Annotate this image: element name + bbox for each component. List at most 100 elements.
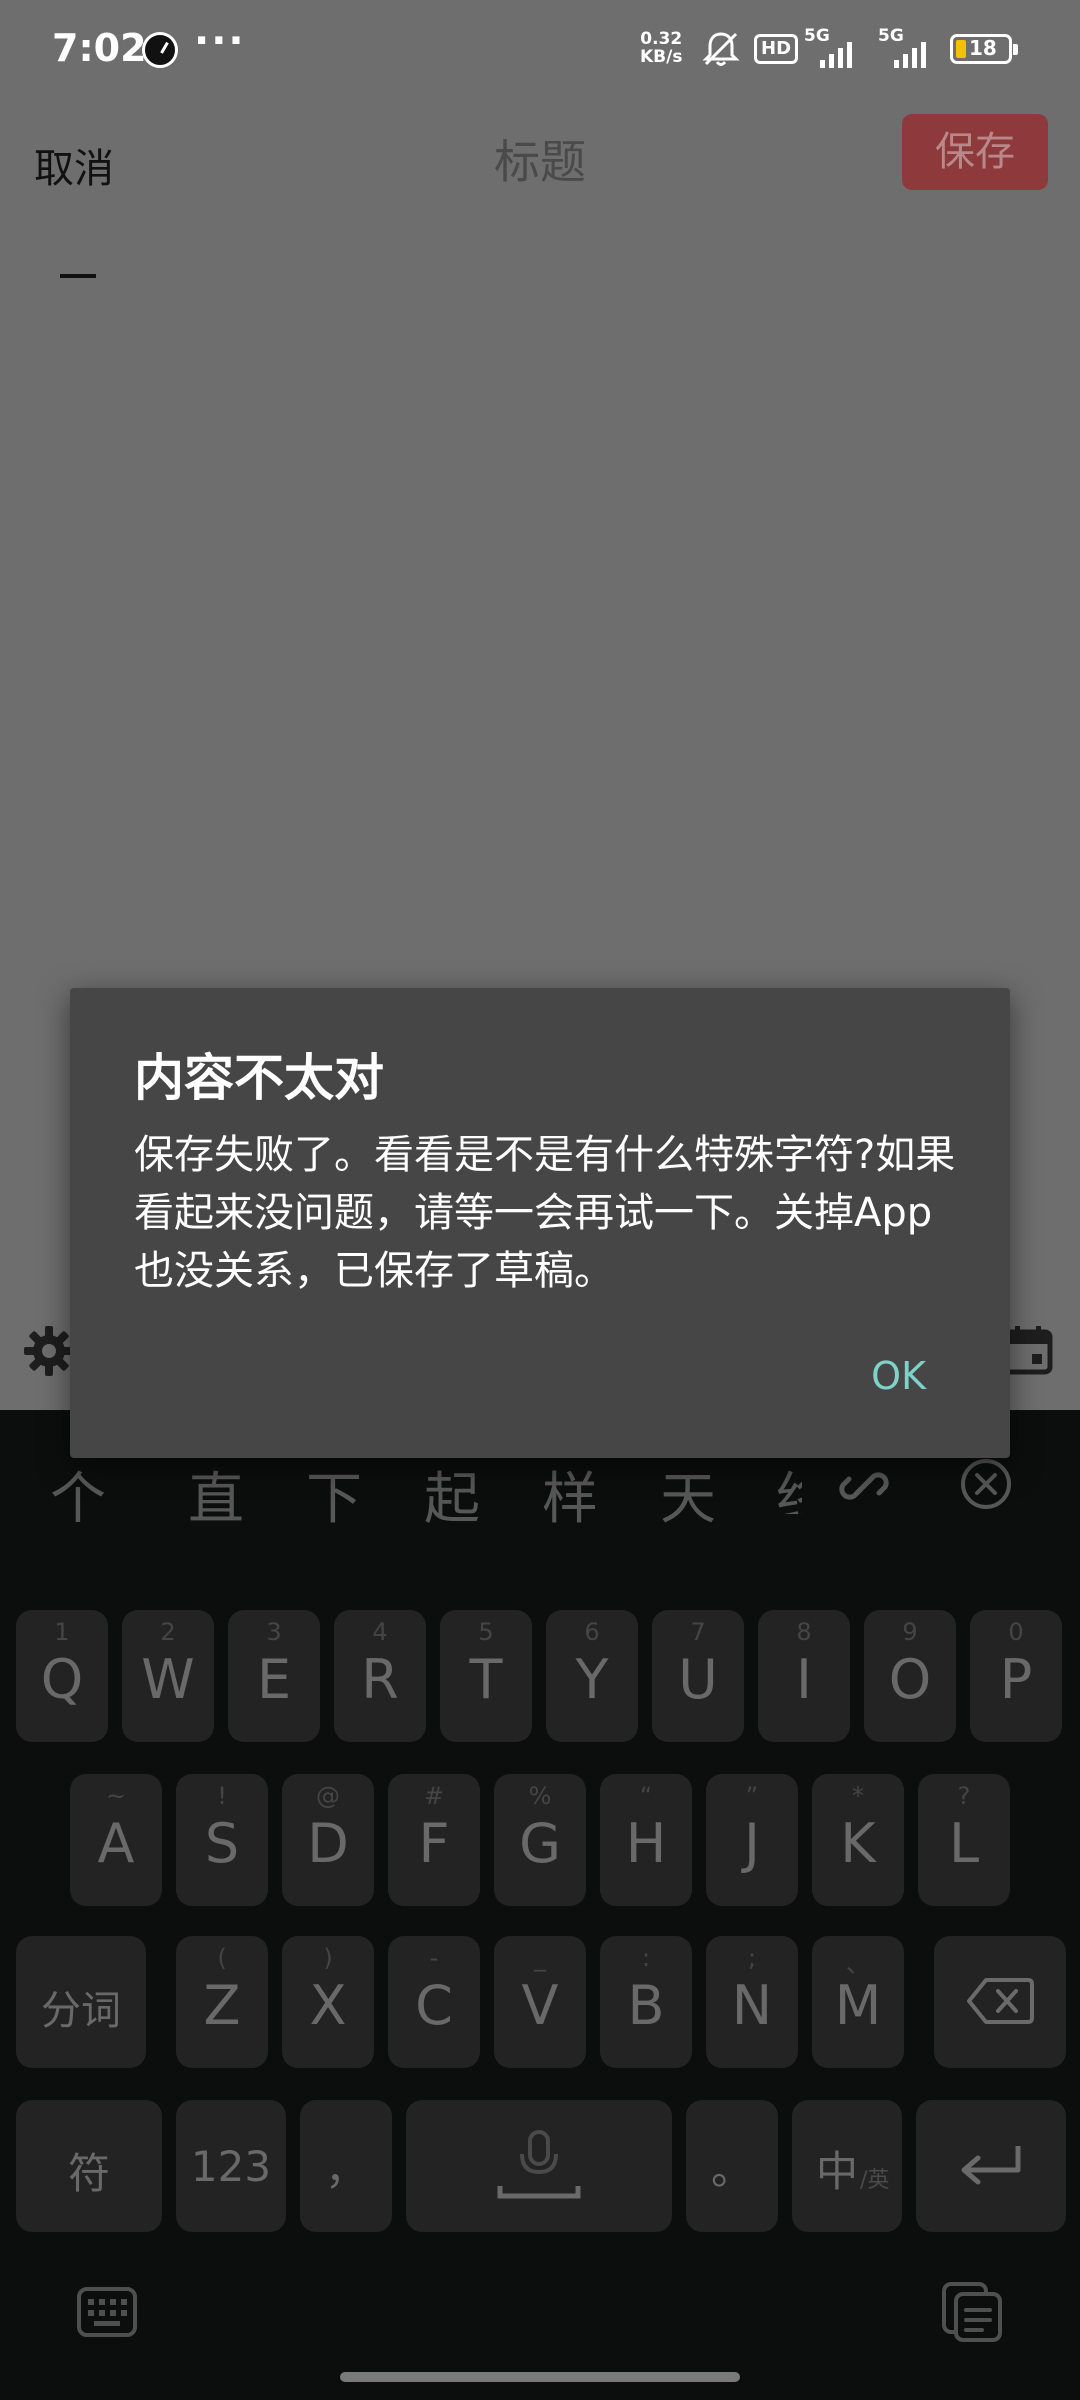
text-cursor[interactable] — [60, 274, 96, 278]
key-m[interactable]: 、 M — [812, 1936, 904, 2068]
battery-icon: 18 — [950, 34, 1018, 64]
key-s[interactable]: ! S — [176, 1774, 268, 1906]
key-hint: - — [429, 1944, 439, 1972]
key-w[interactable]: 2W — [122, 1610, 214, 1742]
gear-icon[interactable] — [22, 1324, 76, 1378]
symbol-key[interactable]: 符 — [16, 2100, 162, 2232]
period-key[interactable]: 。 — [686, 2100, 778, 2232]
key-hint: 3 — [266, 1618, 282, 1646]
candidate-item[interactable]: 天 — [660, 1454, 716, 1535]
key-label: O — [888, 1648, 932, 1711]
candidate-item-partial[interactable]: 终 — [776, 1454, 802, 1514]
segment-key[interactable]: 分词 — [16, 1936, 146, 2068]
key-label: B — [627, 1974, 665, 2037]
key-label: M — [834, 1974, 882, 2037]
key-y[interactable]: 6Y — [546, 1610, 638, 1742]
key-l[interactable]: ? L — [918, 1774, 1010, 1906]
signal-strength-icon: 5G — [804, 26, 874, 70]
error-dialog: 内容不太对 保存失败了。看看是不是有什么特殊字符?如果看起来没问题，请等一会再试… — [70, 988, 1010, 1458]
key-label: E — [256, 1648, 292, 1711]
key-e[interactable]: 3E — [228, 1610, 320, 1742]
language-switch-key[interactable]: 中 /英 — [792, 2100, 902, 2232]
key-d[interactable]: @ D — [282, 1774, 374, 1906]
key-h[interactable]: “H — [600, 1774, 692, 1906]
key-hint: 5 — [478, 1618, 494, 1646]
key-label: A — [97, 1812, 135, 1875]
key-t[interactable]: 5T — [440, 1610, 532, 1742]
key-o[interactable]: 9O — [864, 1610, 956, 1742]
key-hint: ? — [957, 1782, 971, 1810]
key-hint: 1 — [54, 1618, 70, 1646]
key-label: S — [204, 1812, 240, 1875]
hd-voice-icon: HD — [754, 34, 799, 64]
key-v[interactable]: _ V — [494, 1936, 586, 2068]
clock-app-icon — [142, 32, 178, 68]
key-hint: 4 — [372, 1618, 388, 1646]
key-label: G — [519, 1812, 561, 1875]
key-g[interactable]: % G — [494, 1774, 586, 1906]
key-x[interactable]: ) X — [282, 1936, 374, 2068]
numeric-key[interactable]: 123 — [176, 2100, 286, 2232]
ime-keyboard: 个 直 下 起 样 天 终 分词 符 — [0, 1410, 1080, 2400]
battery-level: 18 — [969, 36, 997, 60]
key-k[interactable]: * K — [812, 1774, 904, 1906]
key-j[interactable]: ” J — [706, 1774, 798, 1906]
key-hint: % — [528, 1782, 552, 1810]
network-speed: 0.32 KB/s — [640, 30, 682, 66]
key-hint: 2 — [160, 1618, 176, 1646]
candidate-item[interactable]: 起 — [424, 1454, 480, 1535]
space-key[interactable] — [406, 2100, 672, 2232]
backspace-key[interactable] — [934, 1936, 1066, 2068]
key-hint: ) — [323, 1944, 333, 1972]
key-hint: @ — [316, 1782, 340, 1810]
key-z[interactable]: (Z — [176, 1936, 268, 2068]
candidate-item[interactable]: 下 — [306, 1454, 362, 1535]
key-r[interactable]: 4R — [334, 1610, 426, 1742]
key-label: W — [141, 1648, 195, 1711]
key-hint: 9 — [902, 1618, 918, 1646]
key-b[interactable]: :B — [600, 1936, 692, 2068]
key-hint: ~ — [105, 1782, 127, 1810]
key-n[interactable]: ; N — [706, 1936, 798, 2068]
key-hint: “ — [639, 1782, 653, 1810]
key-i[interactable]: 8I — [758, 1610, 850, 1742]
key-label: I — [796, 1648, 812, 1711]
enter-key[interactable] — [916, 2100, 1066, 2232]
keyboard-switch-icon[interactable] — [76, 2286, 138, 2338]
ok-button[interactable]: OK — [871, 1354, 926, 1398]
dialog-title: 内容不太对 — [134, 1049, 384, 1107]
backspace-icon — [967, 1978, 1034, 2024]
candidate-item[interactable]: 直 — [188, 1454, 244, 1535]
link-icon[interactable] — [836, 1458, 892, 1514]
home-indicator[interactable] — [340, 2372, 740, 2382]
status-time: 7:02 — [52, 26, 147, 70]
comma-key[interactable]: ， — [300, 2100, 392, 2232]
battery-fill — [956, 40, 966, 58]
clipboard-icon[interactable] — [940, 2280, 1004, 2344]
candidate-item[interactable]: 样 — [542, 1454, 598, 1535]
signal-strength-icon-sim2: 5G — [878, 26, 948, 70]
save-button[interactable]: 保存 — [902, 114, 1048, 190]
key-u[interactable]: 7U — [652, 1610, 744, 1742]
key-hint: 0 — [1008, 1618, 1024, 1646]
key-label: Q — [40, 1648, 84, 1711]
network-speed-unit: KB/s — [640, 47, 683, 67]
more-notifications-icon: ··· — [194, 18, 246, 64]
key-a[interactable]: ~ A — [70, 1774, 162, 1906]
close-candidates-icon[interactable] — [958, 1456, 1014, 1512]
enter-icon — [961, 2146, 1021, 2185]
key-c[interactable]: -C — [388, 1936, 480, 2068]
key-label: C — [415, 1974, 453, 2037]
key-hint: 7 — [690, 1618, 706, 1646]
key-f[interactable]: # F — [388, 1774, 480, 1906]
key-q[interactable]: 1Q — [16, 1610, 108, 1742]
network-speed-value: 0.32 — [640, 29, 683, 49]
key-p[interactable]: 0P — [970, 1610, 1062, 1742]
key-label: H — [625, 1812, 667, 1875]
key-hint: ! — [217, 1782, 227, 1810]
key-label: Y — [575, 1648, 609, 1711]
key-hint: 8 — [796, 1618, 812, 1646]
key-label: T — [469, 1648, 503, 1711]
candidate-item[interactable]: 个 — [50, 1454, 106, 1535]
key-label: D — [307, 1812, 349, 1875]
